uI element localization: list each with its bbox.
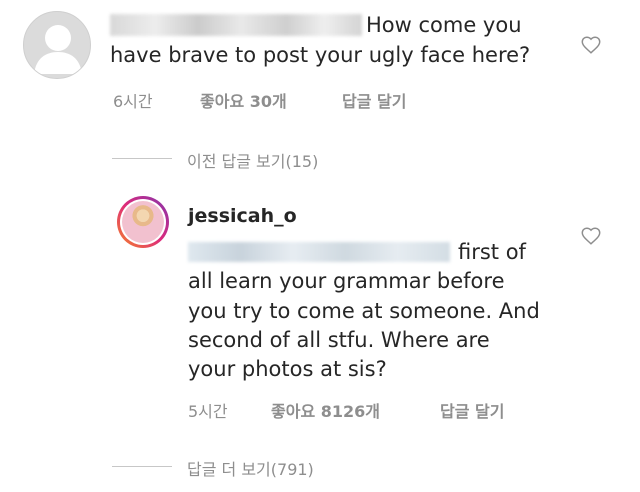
- user-placeholder-icon: [34, 25, 82, 74]
- avatar[interactable]: [117, 196, 169, 248]
- comment-text-line: first of: [458, 240, 526, 264]
- username[interactable]: jessicah_o: [188, 205, 297, 227]
- comment-text-line: How come you: [366, 13, 522, 37]
- comment-text-line: all learn your grammar before: [188, 269, 505, 293]
- divider-line: [112, 466, 172, 467]
- reply-button[interactable]: 답글 달기: [440, 398, 504, 422]
- comment-text-line: you try to come at someone. And: [188, 299, 540, 323]
- comment-time: 6시간: [113, 92, 153, 111]
- heart-outline-icon[interactable]: [580, 34, 602, 56]
- likes-count[interactable]: 좋아요 8126개: [271, 398, 380, 422]
- likes-count[interactable]: 좋아요 30개: [200, 88, 287, 112]
- avatar-placeholder[interactable]: [23, 11, 91, 79]
- redacted-username: [110, 14, 362, 36]
- heart-outline-icon[interactable]: [580, 225, 602, 247]
- profile-photo: [122, 201, 164, 243]
- comment-text-line: have brave to post your ugly face here?: [110, 43, 531, 67]
- view-more-replies-button[interactable]: 답글 더 보기(791): [187, 456, 314, 480]
- comment-text-line: your photos at sis?: [188, 357, 387, 381]
- redacted-text: [188, 242, 450, 262]
- reply-button[interactable]: 답글 달기: [342, 88, 406, 112]
- view-previous-replies-button[interactable]: 이전 답글 보기(15): [187, 148, 318, 172]
- divider-line: [112, 158, 172, 159]
- comment-text-line: second of all stfu. Where are: [188, 328, 490, 352]
- comment-time: 5시간: [188, 402, 228, 421]
